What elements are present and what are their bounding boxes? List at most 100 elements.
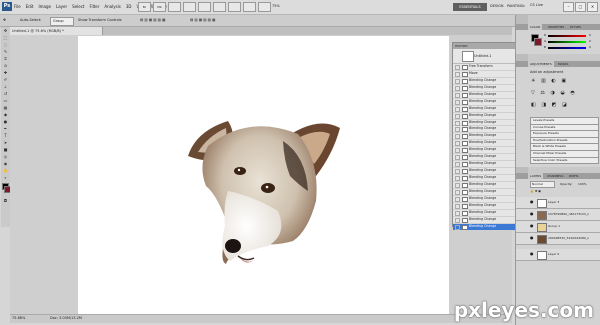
healing-brush-tool-icon[interactable]: ✚	[2, 70, 9, 76]
history-brush-source-checkbox[interactable]	[455, 189, 460, 195]
history-state[interactable]: Blending Change	[453, 99, 515, 106]
3d-orbit-tool-icon[interactable]: ◉	[2, 161, 9, 167]
history-brush-source-checkbox[interactable]	[455, 203, 460, 209]
cs-live-button[interactable]: CS Live	[530, 3, 543, 7]
history-state[interactable]: Blending Change	[453, 120, 515, 127]
workspace-more-button[interactable]: »	[523, 4, 525, 8]
history-brush-source-checkbox[interactable]	[455, 210, 460, 216]
layer-row[interactable]: ● Layer 0	[516, 249, 600, 261]
preset-curves[interactable]: Curves Presets	[530, 124, 599, 132]
menu-3d[interactable]: 3D	[126, 4, 132, 9]
history-brush-source-checkbox[interactable]	[455, 127, 460, 133]
history-brush-tool-icon[interactable]: ↺	[2, 91, 9, 97]
document-canvas[interactable]	[78, 36, 449, 315]
history-state[interactable]: Blending Change	[453, 140, 515, 148]
eye-icon[interactable]: ●	[530, 224, 534, 228]
color-bg-swatch[interactable]	[534, 38, 542, 46]
history-brush-source-checkbox[interactable]	[455, 217, 460, 223]
history-state[interactable]: Blending Change	[453, 217, 515, 224]
color-swatches[interactable]	[1, 183, 11, 197]
distribute-icons[interactable]: ▤ ▥ ▦ ▧ ▨ ▩	[190, 18, 215, 22]
dodge-tool-icon[interactable]: ●	[2, 119, 9, 125]
menu-file[interactable]: File	[14, 4, 21, 9]
extras-button[interactable]	[168, 2, 181, 12]
slider-g-value[interactable]: 0	[589, 39, 591, 43]
history-state[interactable]: Blending Change	[453, 210, 515, 217]
arrange-documents-button[interactable]	[243, 2, 256, 12]
history-brush-source-checkbox[interactable]	[455, 78, 460, 84]
preset-hue-saturation[interactable]: Hue/Saturation Presets	[530, 137, 599, 145]
history-brush-source-checkbox[interactable]	[455, 182, 460, 188]
quick-select-tool-icon[interactable]: ✎	[2, 49, 9, 55]
3d-rotate-tool-icon[interactable]: ◎	[2, 154, 9, 160]
history-state[interactable]: Blending Change	[453, 189, 515, 196]
menu-layer[interactable]: Layer	[56, 4, 67, 9]
history-brush-source-checkbox[interactable]	[455, 120, 460, 126]
zoom-level-button[interactable]	[183, 2, 196, 12]
history-brush-source-checkbox[interactable]	[455, 71, 460, 77]
brush-tool-icon[interactable]: ✐	[2, 77, 9, 83]
layer-row[interactable]: ● Layer 3	[516, 197, 600, 209]
slider-b-track[interactable]	[548, 47, 586, 49]
history-brush-source-checkbox[interactable]	[455, 113, 460, 119]
adjustment-icons-row-3[interactable]: ◧ ◨ ◩ ◪	[531, 102, 569, 108]
bridge-button[interactable]: Br	[138, 2, 151, 12]
zoom-value[interactable]: 75%	[272, 4, 280, 8]
workspace-design-button[interactable]: DESIGN	[490, 4, 504, 8]
preset-exposure[interactable]: Exposure Presets	[530, 131, 599, 138]
layer-row[interactable]: ● Group 1	[516, 221, 600, 233]
history-brush-source-checkbox[interactable]	[455, 92, 460, 98]
preset-black-white[interactable]: Black & White Presets	[530, 144, 599, 151]
menu-analysis[interactable]: Analysis	[104, 4, 120, 9]
preset-levels[interactable]: Levels Presets	[530, 117, 599, 125]
rotate-view-button[interactable]	[228, 2, 241, 12]
minimize-button[interactable]: –	[563, 2, 574, 12]
type-tool-icon[interactable]: T	[2, 133, 9, 139]
history-state[interactable]: Blending Change	[453, 113, 515, 120]
preset-channel-mixer[interactable]: Channel Mixer Presets	[530, 150, 599, 158]
slider-b-value[interactable]: 0	[589, 45, 591, 49]
lasso-tool-icon[interactable]: ◌	[2, 42, 9, 48]
history-state[interactable]: Blending Change	[453, 175, 515, 182]
adjustment-icons-row-1[interactable]: ☀ ▥ ◐ ▣	[531, 78, 568, 84]
history-state[interactable]: Blending Change	[453, 126, 515, 134]
close-button[interactable]: ✕	[587, 2, 598, 12]
history-state[interactable]: Blending Change	[453, 147, 515, 155]
history-brush-source-checkbox[interactable]	[455, 99, 460, 105]
move-tool-icon[interactable]: ✥	[2, 28, 9, 34]
pen-tool-icon[interactable]: ✒	[2, 126, 9, 132]
status-zoom[interactable]: 75.68%	[12, 316, 25, 320]
slider-b[interactable]: B0	[544, 45, 598, 51]
history-brush-source-checkbox[interactable]	[455, 141, 460, 147]
eyedropper-tool-icon[interactable]: ⊘	[2, 63, 9, 69]
show-transform-checkbox[interactable]: Show Transform Controls	[78, 18, 122, 22]
preset-selective-color[interactable]: Selective Color Presets	[530, 157, 599, 165]
zoom-tool-button[interactable]	[213, 2, 226, 12]
history-brush-source-checkbox[interactable]	[455, 176, 460, 181]
menu-select[interactable]: Select	[72, 4, 84, 9]
history-brush-source-checkbox[interactable]	[455, 162, 460, 168]
history-state[interactable]: Move	[453, 71, 515, 78]
history-state[interactable]: Blending Change	[453, 106, 515, 113]
photoshop-logo-icon[interactable]: Ps	[2, 2, 12, 11]
align-icons[interactable]: ▤ ▥ ▦ ▧ ▨ ▩	[140, 18, 165, 22]
crop-tool-icon[interactable]: ⌗	[2, 56, 9, 62]
history-snapshot[interactable]: Untitled-1	[453, 49, 515, 64]
auto-select-dropdown[interactable]: Group	[50, 17, 74, 26]
layer-row[interactable]: ● 1078790800_n82173123_n	[516, 209, 600, 221]
menu-image[interactable]: Image	[38, 4, 51, 9]
mini-bridge-button[interactable]: Mb	[153, 2, 166, 12]
history-brush-source-checkbox[interactable]	[455, 134, 460, 140]
move-tool-icon[interactable]: ✥	[3, 18, 6, 22]
history-state[interactable]: Blending Change	[453, 196, 515, 203]
slider-r-value[interactable]: 0	[589, 33, 591, 37]
slider-g-track[interactable]	[548, 41, 586, 43]
quick-mask-icon[interactable]: ◘	[2, 198, 9, 204]
history-brush-source-checkbox[interactable]	[455, 155, 460, 161]
history-state[interactable]: Blending Change	[453, 161, 515, 169]
history-brush-source-checkbox[interactable]	[455, 85, 460, 91]
opacity-value[interactable]: 100%	[578, 182, 587, 186]
adjustment-icons-row-2[interactable]: ▽ ⚖ ◑ ◒ ◓	[531, 90, 577, 96]
history-brush-source-checkbox[interactable]	[455, 196, 460, 202]
history-state[interactable]: Blending Change	[453, 168, 515, 175]
